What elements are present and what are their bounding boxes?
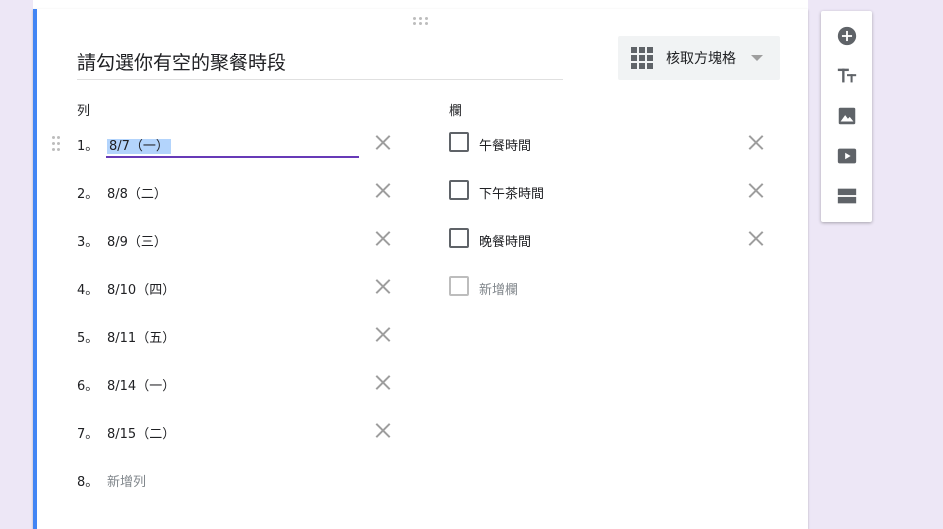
column-item[interactable]: 午餐時間 [449,132,749,160]
row-label[interactable]: 8/11（五） [107,327,175,346]
row-number: 3。 [77,235,99,250]
column-item[interactable]: 下午茶時間 [449,180,749,208]
row-label: 8/7（一） [107,139,171,154]
column-label[interactable]: 午餐時間 [479,135,531,154]
add-question-icon[interactable] [836,25,858,47]
add-section-icon[interactable] [836,185,858,207]
row-drag-handle-icon[interactable] [52,136,62,151]
remove-row-icon[interactable] [375,278,391,294]
add-video-icon[interactable] [836,145,858,167]
row-number: 4。 [77,283,99,298]
active-underline [106,156,359,158]
checkbox-icon [449,180,469,200]
column-item[interactable]: 晚餐時間 [449,228,749,256]
row-item[interactable]: 4。 8/10（四） [77,274,393,302]
rows-header: 列 [77,104,91,119]
question-title-field[interactable]: 請勾選你有空的聚餐時段 [77,49,563,80]
add-image-icon[interactable] [836,105,858,127]
row-number: 6。 [77,379,99,394]
row-label[interactable]: 8/9（三） [107,231,167,250]
row-number: 8。 [77,475,99,490]
row-item[interactable]: 7。 8/15（二） [77,418,393,446]
drag-handle-icon[interactable] [413,17,429,25]
question-type-label: 核取方塊格 [666,51,736,67]
column-label[interactable]: 下午茶時間 [479,183,544,202]
remove-row-icon[interactable] [375,326,391,342]
remove-column-icon[interactable] [748,230,764,246]
row-item[interactable]: 1。 8/7（一） [77,130,393,158]
columns-header: 欄 [449,104,463,119]
row-item[interactable]: 2。 8/8（二） [77,178,393,206]
remove-row-icon[interactable] [375,374,391,390]
question-card[interactable]: 請勾選你有空的聚餐時段 核取方塊格 列 欄 1。 8/7（一） 2。 8/8（二… [33,9,808,529]
chevron-down-icon [751,55,763,61]
remove-row-icon[interactable] [375,422,391,438]
row-label-input[interactable]: 8/7（一） [107,135,171,154]
row-label[interactable]: 8/8（二） [107,183,167,202]
checkbox-icon [449,276,469,296]
row-number: 7。 [77,427,99,442]
row-number: 1。 [77,139,99,154]
row-item[interactable]: 5。 8/11（五） [77,322,393,350]
remove-column-icon[interactable] [748,134,764,150]
row-label[interactable]: 8/14（一） [107,375,175,394]
add-row-item[interactable]: 8。 新增列 [77,466,393,494]
remove-column-icon[interactable] [748,182,764,198]
row-label[interactable]: 8/10（四） [107,279,175,298]
row-number: 5。 [77,331,99,346]
column-label[interactable]: 晚餐時間 [479,231,531,250]
remove-row-icon[interactable] [375,134,391,150]
add-column-input[interactable]: 新增欄 [479,279,518,298]
checkbox-icon [449,132,469,152]
row-item[interactable]: 3。 8/9（三） [77,226,393,254]
side-toolbar [821,11,872,222]
grid-icon [631,47,653,69]
add-column-item[interactable]: 新增欄 [449,276,749,304]
question-title: 請勾選你有空的聚餐時段 [77,52,287,74]
row-number: 2。 [77,187,99,202]
add-row-input[interactable]: 新增列 [107,471,146,490]
row-label[interactable]: 8/15（二） [107,423,175,442]
remove-row-icon[interactable] [375,230,391,246]
add-title-icon[interactable] [836,65,858,87]
checkbox-icon [449,228,469,248]
row-item[interactable]: 6。 8/14（一） [77,370,393,398]
remove-row-icon[interactable] [375,182,391,198]
question-type-dropdown[interactable]: 核取方塊格 [618,36,780,80]
